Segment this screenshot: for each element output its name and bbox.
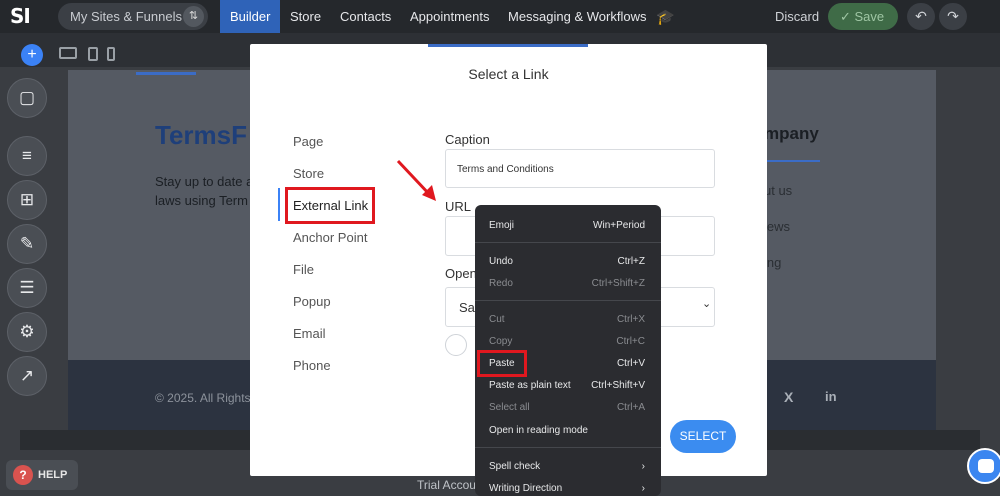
undo-icon[interactable]: ↶ xyxy=(907,3,935,30)
sites-funnels-switcher[interactable]: My Sites & Funnels ⇅ xyxy=(58,3,208,30)
page-heading: TermsF xyxy=(155,120,247,150)
submenu-chevron-icon: › xyxy=(641,461,645,472)
menu-shortcut: Ctrl+Shift+V xyxy=(591,380,645,391)
help-button[interactable]: ? HELP xyxy=(6,460,78,490)
company-heading: mpany xyxy=(764,124,819,143)
tab-phone[interactable]: Phone xyxy=(293,358,331,373)
menu-shortcut: Ctrl+Z xyxy=(617,256,646,267)
redo-icon[interactable]: ↷ xyxy=(939,3,967,30)
footer-link[interactable]: iews xyxy=(764,219,790,234)
annotation-highlight-box xyxy=(285,187,375,224)
x-social-icon[interactable]: X xyxy=(784,389,793,405)
sections-icon[interactable]: ≡ xyxy=(7,136,47,176)
tab-email[interactable]: Email xyxy=(293,326,326,341)
submenu-chevron-icon: › xyxy=(641,483,645,494)
select-button[interactable]: SELECT xyxy=(670,420,736,453)
menu-divider xyxy=(475,447,661,448)
app-logo: SI xyxy=(10,4,31,28)
nav-messaging-workflows[interactable]: Messaging & Workflows xyxy=(498,0,656,33)
tab-page[interactable]: Page xyxy=(293,134,323,149)
modal-title: Select a Link xyxy=(468,66,549,82)
chevron-down-icon: ⌄ xyxy=(702,298,712,310)
footer-link[interactable]: ut us xyxy=(764,183,792,198)
sites-funnels-label: My Sites & Funnels xyxy=(70,9,182,24)
menu-shortcut: Ctrl+V xyxy=(616,358,645,369)
menu-label: Emoji xyxy=(489,220,515,231)
trial-banner: Trial Accou xyxy=(417,478,476,492)
nav-appointments[interactable]: Appointments xyxy=(400,0,500,33)
menu-item-redo: Redo Ctrl+Shift+Z xyxy=(475,274,661,294)
caption-value: Terms and Conditions xyxy=(457,164,554,175)
tab-store[interactable]: Store xyxy=(293,166,324,181)
graduation-cap-icon[interactable]: 🎓 xyxy=(656,8,675,26)
tab-popup[interactable]: Popup xyxy=(293,294,331,309)
open-in-label: Open xyxy=(445,266,477,281)
menu-item-emoji[interactable]: Emoji Win+Period xyxy=(475,216,661,236)
mobile-icon[interactable] xyxy=(107,47,115,61)
nav-store[interactable]: Store xyxy=(280,0,331,33)
menu-label: Select all xyxy=(489,402,530,413)
menu-divider xyxy=(475,300,661,301)
body-line: Stay up to date a xyxy=(155,174,254,189)
menu-shortcut: Ctrl+Shift+Z xyxy=(591,278,645,289)
nav-contacts[interactable]: Contacts xyxy=(330,0,401,33)
menu-label: Writing Direction xyxy=(489,483,563,494)
menu-item-copy: Copy Ctrl+C xyxy=(475,332,661,352)
menu-item-undo[interactable]: Undo Ctrl+Z xyxy=(475,252,661,272)
menu-label: Copy xyxy=(489,336,513,347)
linkedin-icon[interactable]: in xyxy=(825,389,837,404)
nav-builder[interactable]: Builder xyxy=(220,0,281,33)
menu-item-reading-mode[interactable]: Open in reading mode xyxy=(475,421,661,441)
discard-button[interactable]: Discard xyxy=(775,9,819,24)
menu-item-writing-direction[interactable]: Writing Direction › xyxy=(475,479,661,496)
help-label: HELP xyxy=(38,469,68,481)
tab-anchor-point[interactable]: Anchor Point xyxy=(293,230,367,245)
menu-shortcut: Win+Period xyxy=(593,220,645,231)
save-label: Save xyxy=(854,9,885,24)
layers-icon[interactable]: ▢ xyxy=(7,78,47,118)
menu-label: Open in reading mode xyxy=(489,425,588,436)
filter-icon[interactable]: ☰ xyxy=(7,268,47,308)
add-element-button[interactable]: + xyxy=(21,44,43,66)
brush-icon[interactable]: ✎ xyxy=(7,224,47,264)
canvas-tab-indicator xyxy=(136,72,196,75)
modal-top-accent xyxy=(428,44,588,47)
url-label: URL xyxy=(445,199,472,214)
menu-label: Undo xyxy=(489,256,513,267)
menu-divider xyxy=(475,242,661,243)
menu-label: Spell check xyxy=(489,461,541,472)
save-button[interactable]: ✓ Save xyxy=(828,3,898,30)
copyright-text: © 2025. All Rights xyxy=(155,391,251,405)
menu-item-spell-check[interactable]: Spell check › xyxy=(475,457,661,477)
active-tab-indicator xyxy=(278,188,280,221)
annotation-arrow xyxy=(396,159,436,201)
annotation-paste-highlight xyxy=(477,350,527,377)
body-line: laws using Term xyxy=(155,193,248,208)
tab-file[interactable]: File xyxy=(293,262,314,277)
chat-bubble-icon xyxy=(978,459,994,473)
open-in-value: Sa xyxy=(459,300,475,315)
external-link-icon[interactable]: ↗ xyxy=(7,356,47,396)
menu-shortcut: Ctrl+C xyxy=(616,336,645,347)
settings-icon[interactable]: ⚙ xyxy=(7,312,47,352)
company-underline xyxy=(764,160,820,162)
top-bar: SI My Sites & Funnels ⇅ Builder Store Co… xyxy=(0,0,1000,33)
menu-shortcut: Ctrl+A xyxy=(616,402,645,413)
menu-label: Redo xyxy=(489,278,513,289)
menu-shortcut: Ctrl+X xyxy=(616,314,645,325)
tablet-icon[interactable] xyxy=(88,47,98,61)
menu-item-paste-plain[interactable]: Paste as plain text Ctrl+Shift+V xyxy=(475,376,661,396)
desktop-icon[interactable] xyxy=(59,47,77,59)
swap-icon[interactable]: ⇅ xyxy=(183,6,204,27)
caption-label: Caption xyxy=(445,132,490,147)
help-icon: ? xyxy=(13,465,33,485)
chat-widget-button[interactable] xyxy=(967,448,1000,484)
page-body-text: Stay up to date a laws using Term xyxy=(155,172,253,210)
menu-item-select-all: Select all Ctrl+A xyxy=(475,398,661,418)
menu-item-cut: Cut Ctrl+X xyxy=(475,310,661,330)
menu-label: Cut xyxy=(489,314,505,325)
menu-label: Paste as plain text xyxy=(489,380,571,391)
option-radio[interactable] xyxy=(445,334,467,356)
add-element-icon[interactable]: ⊞ xyxy=(7,180,47,220)
